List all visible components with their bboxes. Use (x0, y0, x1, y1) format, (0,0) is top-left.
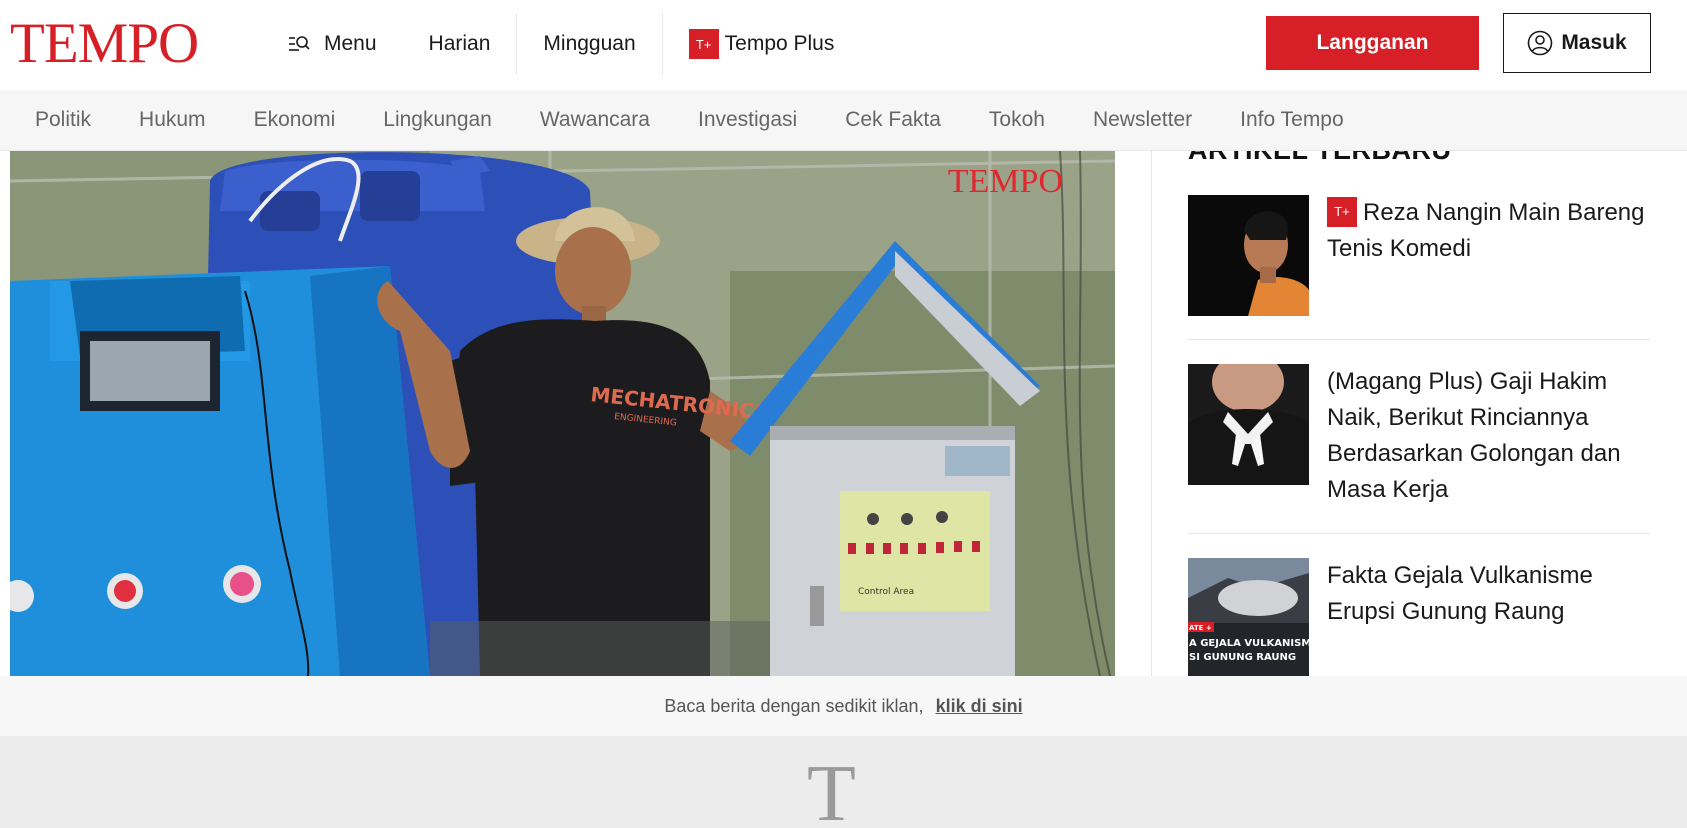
article-title-text: Reza Nangin Main Bareng Tenis Komedi (1327, 199, 1645, 262)
category-nav: Politik Hukum Ekonomi Lingkungan Wawanca… (0, 90, 1687, 151)
tempo-logo[interactable]: TEMPO (10, 12, 199, 76)
login-label: Masuk (1561, 31, 1627, 54)
article-thumbnail[interactable] (1188, 195, 1309, 316)
category-ekonomi[interactable]: Ekonomi (254, 108, 336, 132)
column-divider (1151, 151, 1152, 676)
article-title[interactable]: Fakta Gejala Vulkanisme Erupsi Gunung Ra… (1327, 558, 1650, 630)
thumb-text-line1: A GEJALA VULKANISME (1189, 638, 1309, 649)
article-item[interactable]: ATE + A GEJALA VULKANISME SI GUNUNG RAUN… (1188, 558, 1650, 676)
article-item[interactable]: T+ Reza Nangin Main Bareng Tenis Komedi (1188, 195, 1650, 316)
category-politik[interactable]: Politik (35, 108, 91, 132)
article-divider (1188, 339, 1650, 340)
latest-articles-sidebar: ARTIKEL TERBARU T+Reza Nangin Main Baren… (1188, 151, 1650, 676)
login-button[interactable]: Masuk (1503, 13, 1651, 73)
hero-watermark: TEMPO (947, 163, 1063, 200)
thumb-text-line2: SI GUNUNG RAUNG (1189, 652, 1296, 663)
category-hukum[interactable]: Hukum (139, 108, 206, 132)
category-cek-fakta[interactable]: Cek Fakta (845, 108, 941, 132)
thumb-tag: ATE + (1189, 624, 1212, 632)
category-lingkungan[interactable]: Lingkungan (383, 108, 492, 132)
article-thumbnail[interactable]: ATE + A GEJALA VULKANISME SI GUNUNG RAUN… (1188, 558, 1309, 676)
nav-mingguan[interactable]: Mingguan (517, 13, 661, 75)
nav-harian[interactable]: Harian (403, 13, 517, 75)
tempo-plus-icon: T+ (688, 29, 719, 59)
hero-image[interactable]: MECHATRONICS ENGINEERING Control Area TE… (10, 151, 1115, 676)
top-nav: Menu Harian Mingguan T+ Tempo Plus (288, 13, 860, 75)
menu-label: Menu (324, 32, 377, 55)
ad-strip-text: Baca berita dengan sedikit iklan, (664, 695, 924, 716)
site-header: TEMPO Menu Harian Mingguan T+ Tempo Plus… (0, 0, 1687, 90)
menu-search-icon (289, 36, 310, 51)
control-area-label: Control Area (858, 587, 914, 597)
ad-placeholder: T (0, 736, 1687, 828)
placeholder-logo-letter: T (807, 750, 856, 828)
nav-tempo-plus[interactable]: T+ Tempo Plus (663, 13, 861, 75)
hero-photo: MECHATRONICS ENGINEERING Control Area (10, 151, 1115, 676)
article-divider (1188, 533, 1650, 534)
article-title[interactable]: (Magang Plus) Gaji Hakim Naik, Berikut R… (1327, 364, 1650, 508)
category-wawancara[interactable]: Wawancara (540, 108, 650, 132)
menu-button[interactable]: Menu (288, 13, 403, 75)
sidebar-title: ARTIKEL TERBARU (1188, 151, 1452, 166)
ad-free-strip: Baca berita dengan sedikit iklan, klik d… (0, 676, 1687, 736)
article-item[interactable]: (Magang Plus) Gaji Hakim Naik, Berikut R… (1188, 364, 1650, 503)
tempo-plus-icon: T+ (1327, 197, 1357, 227)
category-info-tempo[interactable]: Info Tempo (1240, 108, 1344, 132)
article-thumbnail[interactable] (1188, 364, 1309, 485)
article-title[interactable]: T+ Reza Nangin Main Bareng Tenis Komedi (1327, 195, 1650, 267)
category-tokoh[interactable]: Tokoh (989, 108, 1045, 132)
category-newsletter[interactable]: Newsletter (1093, 108, 1192, 132)
ad-strip-link[interactable]: klik di sini (936, 696, 1023, 717)
tempo-plus-label: Tempo Plus (724, 32, 835, 55)
subscribe-button[interactable]: Langganan (1266, 16, 1479, 70)
category-investigasi[interactable]: Investigasi (698, 108, 797, 132)
user-icon (1528, 30, 1553, 56)
